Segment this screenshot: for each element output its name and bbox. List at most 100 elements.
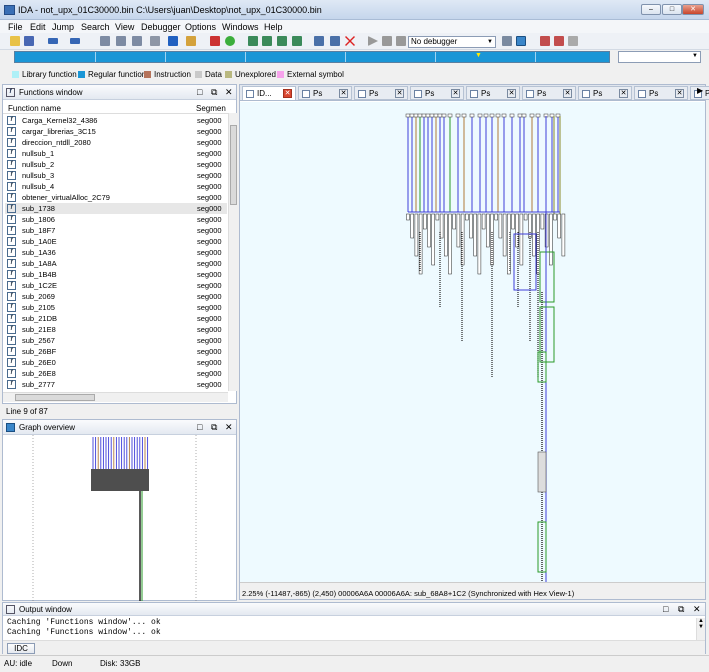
patch-icon[interactable] [186,36,196,46]
idc-button[interactable]: IDC [7,643,35,654]
tab-close-icon[interactable]: ✕ [451,89,460,98]
menu-options[interactable]: Options [185,22,216,32]
graph-icon-5[interactable] [314,36,324,46]
column-segment[interactable]: Segmen [196,104,226,113]
function-row[interactable]: f nullsub_4 seg000 [5,181,227,192]
tab-close-icon[interactable]: ✕ [619,89,628,98]
function-row[interactable]: f Carga_Kernel32_4386 seg000 [5,115,227,126]
function-row[interactable]: f sub_26E0 seg000 [5,357,227,368]
maximize-button[interactable]: □ [662,4,682,15]
close-pane-icon[interactable]: ✕ [225,422,233,433]
function-row[interactable]: f sub_26BF seg000 [5,346,227,357]
graph-overview-canvas[interactable] [3,435,236,601]
close-pane-icon[interactable]: ✕ [225,87,233,98]
segment-select[interactable] [618,51,701,63]
back-arrow-icon[interactable] [48,38,58,44]
function-row[interactable]: f sub_2777 seg000 [5,379,227,390]
function-graph[interactable] [240,102,705,582]
debugger-select[interactable]: No debugger [408,36,496,48]
tab-close-icon[interactable]: ✕ [563,89,572,98]
tab-close-icon[interactable]: ✕ [339,89,348,98]
view-tab[interactable]: Ps ✕ [298,86,352,100]
graph-icon-4[interactable] [292,36,302,46]
view-tab[interactable]: ID... ✕ [242,86,296,100]
minimize-button[interactable]: ‒ [641,4,661,15]
search-text-icon[interactable] [116,36,126,46]
menu-search[interactable]: Search [81,22,110,32]
view-tab[interactable]: Ps ✕ [466,86,520,100]
close-pane-icon[interactable]: ✕ [693,604,701,615]
function-row[interactable]: f sub_1C2E seg000 [5,280,227,291]
down-arrow-icon[interactable] [168,36,178,46]
function-row[interactable]: f sub_2069 seg000 [5,291,227,302]
function-row[interactable]: f sub_2105 seg000 [5,302,227,313]
function-row[interactable]: f sub_1A8A seg000 [5,258,227,269]
function-row[interactable]: f nullsub_2 seg000 [5,159,227,170]
scroll-thumb[interactable] [15,394,95,401]
function-row[interactable]: f sub_1B4B seg000 [5,269,227,280]
pane-menu-icon[interactable]: □ [197,422,202,432]
function-row[interactable]: f direccion_ntdll_2080 seg000 [5,137,227,148]
letter-a-icon[interactable] [210,36,220,46]
view-tab[interactable]: Ps ✕ [522,86,576,100]
view-tab[interactable]: Ps ✕ [634,86,688,100]
open-file-icon[interactable] [10,36,20,46]
function-row[interactable]: f sub_1A36 seg000 [5,247,227,258]
output-scrollbar[interactable]: ▲ ▼ [696,618,705,640]
menu-edit[interactable]: Edit [30,22,46,32]
function-row[interactable]: f sub_1738 seg000 [5,203,227,214]
green-circle-icon[interactable] [225,36,235,46]
graph-icon-3[interactable] [277,36,287,46]
scroll-thumb[interactable] [230,125,237,205]
menu-jump[interactable]: Jump [52,22,74,32]
navigation-band[interactable]: ▼ [14,51,610,63]
function-row[interactable]: f nullsub_1 seg000 [5,148,227,159]
view-tab[interactable]: Ps ✕ [578,86,632,100]
functions-vertical-scrollbar[interactable] [228,113,237,391]
stop-icon[interactable] [396,36,406,46]
pane-menu-icon[interactable]: □ [663,604,668,614]
pause-icon[interactable] [382,36,392,46]
menu-help[interactable]: Help [264,22,283,32]
menu-windows[interactable]: Windows [222,22,259,32]
trace-icon[interactable] [554,36,564,46]
forward-arrow-icon[interactable] [70,38,80,44]
function-row[interactable]: f sub_1A0E seg000 [5,236,227,247]
float-pane-icon[interactable]: ⧉ [211,87,217,98]
function-row[interactable]: f sub_1806 seg000 [5,214,227,225]
pane-menu-icon[interactable]: □ [197,87,202,97]
tab-close-icon[interactable]: ✕ [395,89,404,98]
disabled-tool-icon[interactable] [568,36,578,46]
view-tab[interactable]: Ps ✕ [354,86,408,100]
menu-file[interactable]: File [8,22,23,32]
graph-view[interactable] [240,102,705,582]
function-row[interactable]: f cargar_librerias_3C15 seg000 [5,126,227,137]
graph-icon-2[interactable] [262,36,272,46]
functions-horizontal-scrollbar[interactable] [3,392,228,402]
search-imm-icon[interactable] [150,36,160,46]
function-row[interactable]: f nullsub_3 seg000 [5,170,227,181]
function-row[interactable]: f sub_18F7 seg000 [5,225,227,236]
sync-icon[interactable] [516,36,526,46]
save-icon[interactable] [24,36,34,46]
function-row[interactable]: f sub_2567 seg000 [5,335,227,346]
graph-icon-1[interactable] [248,36,258,46]
function-row[interactable]: f obtener_virtualAlloc_2C79 seg000 [5,192,227,203]
binoculars-icon[interactable] [100,36,110,46]
function-row[interactable]: f sub_21DB seg000 [5,313,227,324]
breakpoint-icon[interactable] [540,36,550,46]
menu-view[interactable]: View [115,22,134,32]
tab-close-icon[interactable]: ✕ [507,89,516,98]
view-tab[interactable]: Ps ✕ [410,86,464,100]
debug-option-icon[interactable] [502,36,512,46]
float-pane-icon[interactable]: ⧉ [211,422,217,433]
play-icon[interactable] [368,36,378,46]
menu-debugger[interactable]: Debugger [141,22,181,32]
tab-close-icon[interactable]: ✕ [283,89,292,98]
tab-close-icon[interactable]: ✕ [675,89,684,98]
function-row[interactable]: f sub_26E8 seg000 [5,368,227,379]
cross-icon[interactable] [345,36,355,46]
column-function-name[interactable]: Function name [8,104,61,113]
function-row[interactable]: f sub_21E8 seg000 [5,324,227,335]
close-button[interactable]: ✕ [682,4,704,15]
